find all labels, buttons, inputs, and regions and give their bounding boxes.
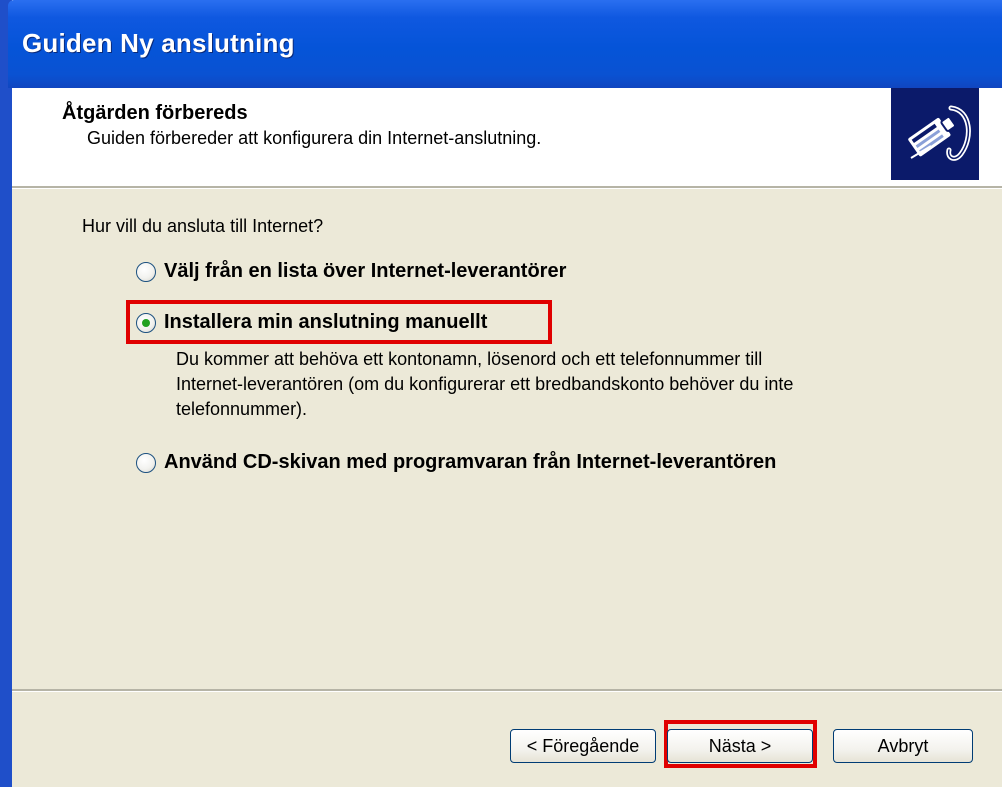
cancel-button[interactable]: Avbryt	[833, 729, 973, 763]
back-button[interactable]: < Föregående	[510, 729, 656, 763]
radio-dot	[142, 318, 150, 327]
wizard-header: Åtgärden förbereds Guiden förbereder att…	[12, 88, 1002, 186]
window-frame-left	[0, 0, 12, 787]
connection-question: Hur vill du ansluta till Internet?	[82, 216, 324, 236]
header-title: Åtgärden förbereds	[62, 102, 248, 124]
option-label: Installera min anslutning manuellt	[164, 311, 488, 333]
manual-option-description: Du kommer att behöva ett kontonamn, löse…	[176, 347, 916, 422]
radio-button-selected[interactable]	[136, 312, 156, 333]
description-line: Internet-leverantören (om du konfigurera…	[176, 374, 794, 394]
option-use-cd[interactable]: Använd CD-skivan med programvaran från I…	[136, 451, 776, 474]
option-install-manually[interactable]: Installera min anslutning manuellt	[136, 311, 487, 334]
description-line: telefonnummer).	[176, 399, 308, 419]
network-cable-icon	[891, 88, 979, 180]
window-title: Guiden Ny anslutning	[22, 28, 295, 58]
radio-button-unselected[interactable]	[136, 452, 156, 473]
description-line: Du kommer att behöva ett kontonamn, löse…	[176, 349, 763, 369]
radio-button-unselected[interactable]	[136, 261, 156, 282]
next-button[interactable]: Nästa >	[667, 729, 813, 763]
option-label: Använd CD-skivan med programvaran från I…	[164, 451, 777, 473]
option-choose-from-list[interactable]: Välj från en lista över Internet-leveran…	[136, 260, 566, 283]
option-label: Välj från en lista över Internet-leveran…	[164, 260, 567, 282]
title-bar[interactable]: Guiden Ny anslutning	[8, 0, 1002, 88]
header-subtitle: Guiden förbereder att konfigurera din In…	[87, 128, 542, 148]
